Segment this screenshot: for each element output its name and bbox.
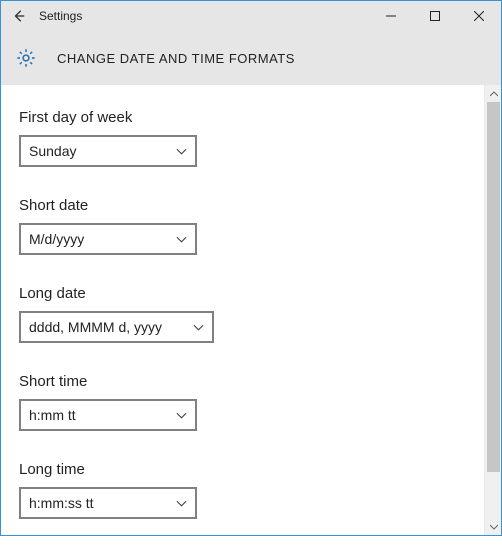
minimize-icon — [386, 11, 396, 21]
maximize-icon — [430, 11, 440, 21]
label-short-time: Short time — [19, 373, 483, 390]
select-long-time[interactable]: h:mm:ss tt — [19, 487, 197, 519]
select-value: M/d/yyyy — [29, 231, 84, 247]
close-button[interactable] — [457, 1, 501, 31]
field-short-date: Short date M/d/yyyy — [19, 197, 483, 255]
label-long-date: Long date — [19, 285, 483, 302]
field-first-day-of-week: First day of week Sunday — [19, 109, 483, 167]
scroll-up-button[interactable] — [485, 85, 502, 102]
chevron-down-icon — [176, 234, 187, 245]
select-value: Sunday — [29, 143, 76, 159]
field-short-time: Short time h:mm tt — [19, 373, 483, 431]
select-value: h:mm tt — [29, 407, 76, 423]
label-first-day-of-week: First day of week — [19, 109, 483, 126]
content-area: First day of week Sunday Short date M/d/… — [1, 85, 501, 535]
select-short-time[interactable]: h:mm tt — [19, 399, 197, 431]
close-icon — [474, 11, 484, 21]
maximize-button[interactable] — [413, 1, 457, 31]
label-short-date: Short date — [19, 197, 483, 214]
window-title: Settings — [39, 9, 82, 23]
select-value: dddd, MMMM d, yyyy — [29, 319, 162, 335]
vertical-scrollbar[interactable] — [484, 85, 501, 535]
page-title: CHANGE DATE AND TIME FORMATS — [57, 51, 295, 66]
scroll-down-button[interactable] — [485, 518, 502, 535]
chevron-up-icon — [490, 90, 498, 98]
gear-icon — [15, 47, 37, 69]
window-controls — [369, 1, 501, 31]
select-short-date[interactable]: M/d/yyyy — [19, 223, 197, 255]
select-long-date[interactable]: dddd, MMMM d, yyyy — [19, 311, 214, 343]
scroll-thumb[interactable] — [487, 102, 500, 472]
minimize-button[interactable] — [369, 1, 413, 31]
chevron-down-icon — [490, 523, 498, 531]
chevron-down-icon — [193, 322, 204, 333]
back-button[interactable] — [1, 1, 37, 31]
select-value: h:mm:ss tt — [29, 495, 94, 511]
field-long-time: Long time h:mm:ss tt — [19, 461, 483, 519]
form: First day of week Sunday Short date M/d/… — [1, 85, 501, 559]
select-first-day-of-week[interactable]: Sunday — [19, 135, 197, 167]
back-arrow-icon — [12, 9, 26, 23]
label-long-time: Long time — [19, 461, 483, 478]
page-header: CHANGE DATE AND TIME FORMATS — [1, 31, 501, 85]
title-bar: Settings — [1, 1, 501, 31]
field-long-date: Long date dddd, MMMM d, yyyy — [19, 285, 483, 343]
chevron-down-icon — [176, 146, 187, 157]
chevron-down-icon — [176, 410, 187, 421]
chevron-down-icon — [176, 498, 187, 509]
